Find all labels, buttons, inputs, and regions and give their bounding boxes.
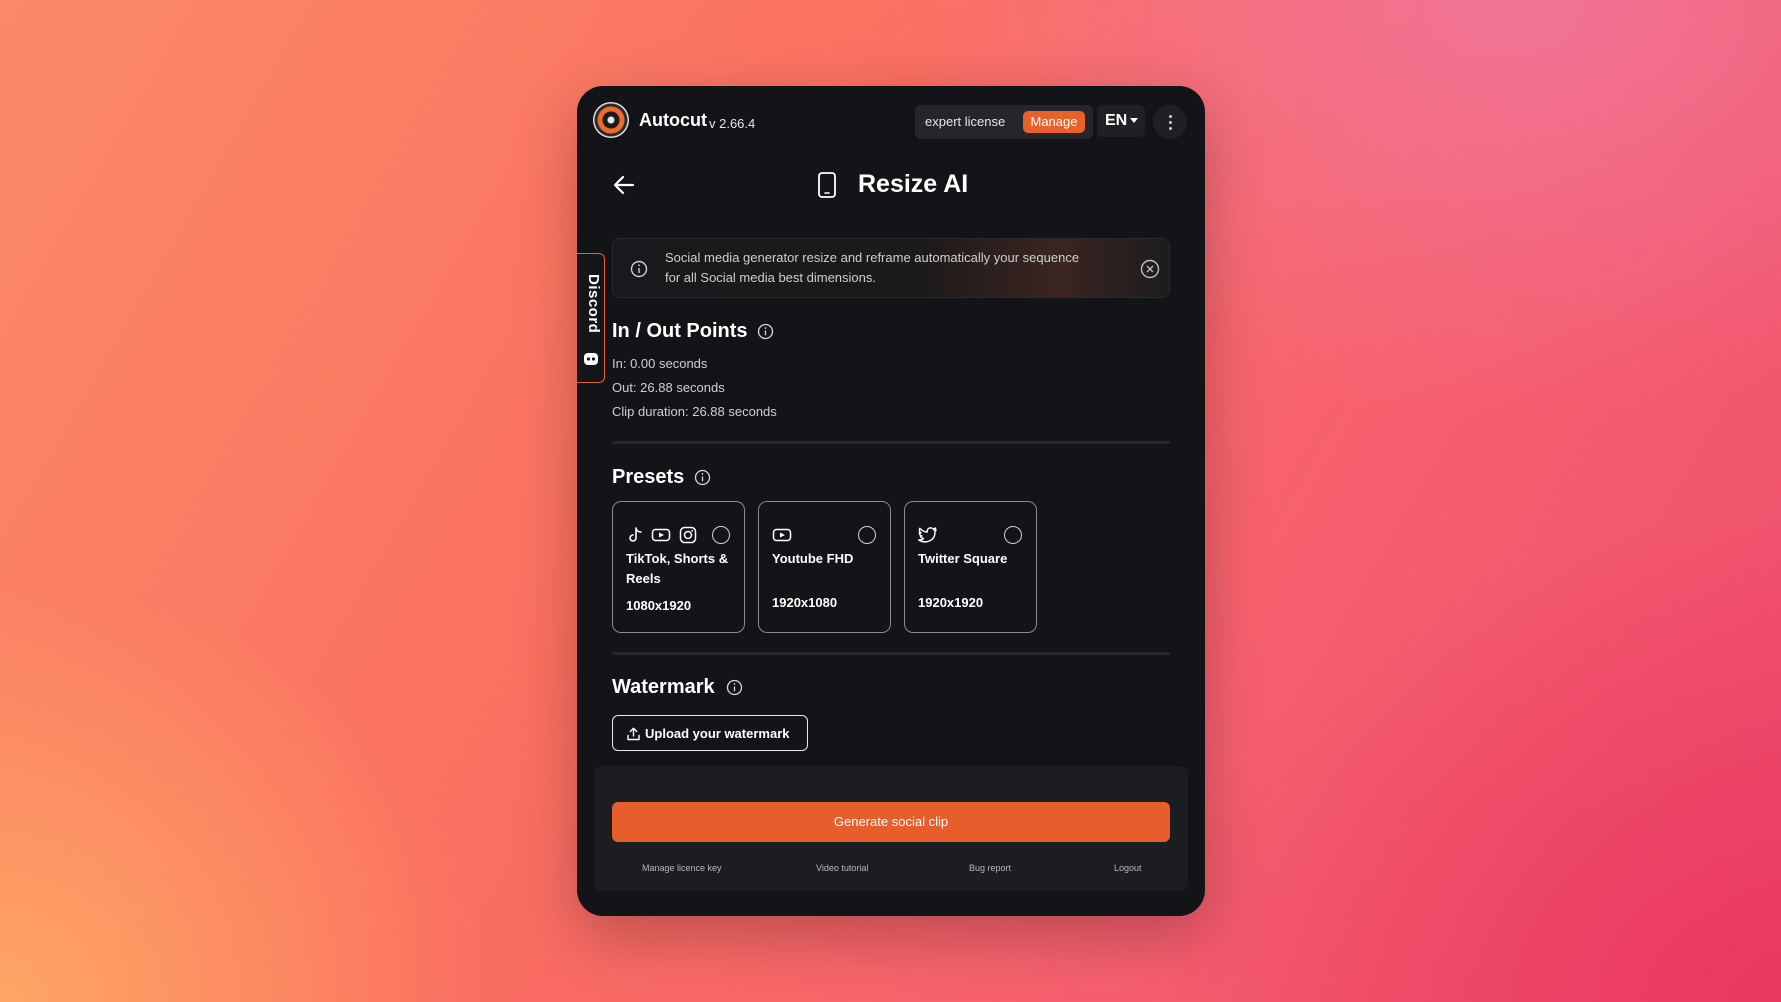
divider xyxy=(612,652,1170,655)
page-title: Resize AI xyxy=(858,170,969,198)
back-arrow-icon[interactable] xyxy=(611,172,637,198)
preset-size: 1920x1920 xyxy=(918,595,984,610)
top-bar: Autocut v 2.66.4 expert license Manage E… xyxy=(577,86,1205,156)
tiktok-icon xyxy=(629,527,642,542)
autocut-logo-icon xyxy=(593,102,629,138)
preset-icons xyxy=(626,526,700,544)
info-icon[interactable] xyxy=(694,469,711,486)
manage-license-button[interactable]: Manage xyxy=(1023,111,1085,133)
out-point: Out: 26.88 seconds xyxy=(612,380,725,395)
preset-radio[interactable] xyxy=(1004,526,1022,544)
info-icon[interactable] xyxy=(757,323,774,340)
youtube-icon xyxy=(652,528,671,542)
language-select[interactable]: EN xyxy=(1097,105,1145,137)
discord-label: Discord xyxy=(585,274,602,334)
discord-icon xyxy=(584,353,598,365)
in-point: In: 0.00 seconds xyxy=(612,356,708,371)
preset-name: Twitter Square xyxy=(918,551,1008,566)
bug-report-link[interactable]: Bug report xyxy=(969,863,1011,873)
preset-icons xyxy=(918,526,941,544)
logout-link[interactable]: Logout xyxy=(1114,863,1142,873)
twitter-icon xyxy=(918,527,937,543)
license-type: expert license xyxy=(925,114,1006,129)
video-tutorial-link[interactable]: Video tutorial xyxy=(816,863,868,873)
upload-watermark-label: Upload your watermark xyxy=(645,726,790,741)
upload-watermark-button[interactable]: Upload your watermark xyxy=(612,715,808,751)
preset-card-youtube[interactable]: Youtube FHD 1920x1080 xyxy=(758,501,891,633)
preset-size: 1080x1920 xyxy=(626,598,692,613)
footer: Generate social clip Manage licence key … xyxy=(594,766,1188,891)
youtube-icon xyxy=(772,528,792,542)
presets-title: Presets xyxy=(612,466,685,488)
phone-icon xyxy=(818,172,836,198)
license-box: expert license Manage xyxy=(915,105,1093,139)
clip-duration: Clip duration: 26.88 seconds xyxy=(612,404,777,419)
more-menu-button[interactable] xyxy=(1153,105,1187,139)
watermark-title: Watermark xyxy=(612,676,715,698)
preset-size: 1920x1080 xyxy=(772,595,838,610)
manage-licence-key-link[interactable]: Manage licence key xyxy=(642,863,722,873)
version-label: v 2.66.4 xyxy=(709,116,756,131)
in-out-title: In / Out Points xyxy=(612,320,748,342)
discord-tab[interactable]: Discord xyxy=(577,253,605,383)
info-banner: Social media generator resize and refram… xyxy=(612,238,1170,298)
generate-social-clip-button[interactable]: Generate social clip xyxy=(612,802,1170,842)
chevron-down-icon xyxy=(1130,118,1139,124)
preset-card-tiktok[interactable]: TikTok, Shorts & Reels 1080x1920 xyxy=(612,501,745,633)
upload-icon xyxy=(627,727,640,741)
preset-icons xyxy=(772,526,795,544)
instagram-icon xyxy=(679,526,697,544)
autocut-panel: Autocut v 2.66.4 expert license Manage E… xyxy=(577,86,1205,916)
preset-radio[interactable] xyxy=(712,526,730,544)
preset-card-twitter[interactable]: Twitter Square 1920x1920 xyxy=(904,501,1037,633)
brand-name: Autocut xyxy=(639,110,707,130)
banner-text: Social media generator resize and refram… xyxy=(665,250,1080,285)
more-vertical-icon xyxy=(1169,115,1172,118)
close-icon[interactable] xyxy=(1140,259,1160,279)
info-icon[interactable] xyxy=(726,679,743,696)
language-value: EN xyxy=(1105,112,1128,129)
preset-name: Youtube FHD xyxy=(772,551,854,566)
info-icon xyxy=(630,260,648,278)
preset-radio[interactable] xyxy=(858,526,876,544)
preset-name: TikTok, Shorts & Reels xyxy=(626,551,729,586)
divider xyxy=(612,441,1170,444)
